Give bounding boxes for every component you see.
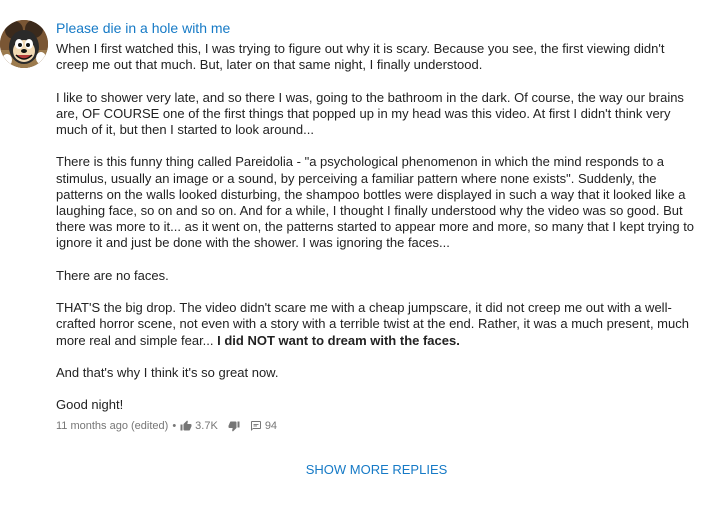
comment-paragraph: Good night! <box>56 397 124 413</box>
comment-paragraph: There is this funny thing called Pareido… <box>56 154 695 251</box>
thumbs-up-icon[interactable] <box>180 420 192 432</box>
comment-timestamp[interactable]: 11 months ago (edited) <box>56 418 168 434</box>
thumbs-down-icon[interactable] <box>228 420 240 432</box>
comment-paragraph: THAT'S the big drop. The video didn't sc… <box>56 300 699 349</box>
comment-paragraph: When I first watched this, I was trying … <box>56 41 665 73</box>
avatar-image <box>0 20 48 68</box>
show-more-replies-label: SHOW MORE REPLIES <box>305 462 448 477</box>
comment-thread: Please die in a hole with me When I firs… <box>0 0 703 505</box>
meta-separator: • <box>172 420 177 432</box>
comment-meta: 11 months ago (edited) • 3.7K 94 <box>56 418 277 434</box>
like-count: 3.7K <box>195 420 218 432</box>
comment-text: When I first watched this, I was trying … <box>56 41 699 414</box>
comment-bold-text: I did NOT want to dream with the faces. <box>217 332 460 348</box>
avatar[interactable] <box>0 20 48 68</box>
comment-paragraph: I like to shower very late, and so there… <box>56 89 684 137</box>
show-more-replies-button[interactable]: SHOW MORE REPLIES <box>0 461 703 479</box>
comment-author[interactable]: Please die in a hole with me <box>56 19 230 37</box>
reply-icon[interactable] <box>250 420 262 432</box>
comment-paragraph: And that's why I think it's so great now… <box>56 364 279 380</box>
reply-count: 94 <box>264 420 278 432</box>
comment-paragraph: There are no faces. <box>56 267 169 283</box>
